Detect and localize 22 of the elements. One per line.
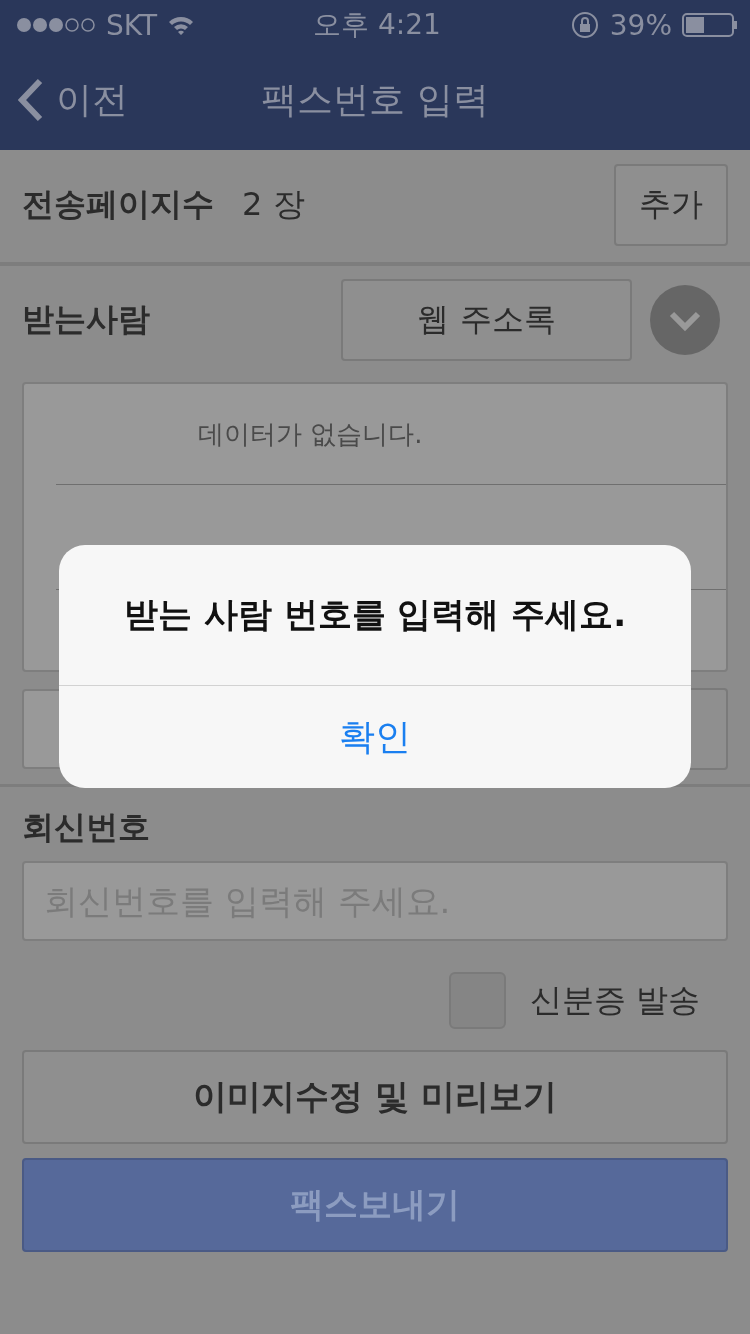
carrier-name: SKT — [106, 8, 158, 42]
dropdown-icon[interactable] — [650, 285, 720, 355]
preview-button[interactable]: 이미지수정 및 미리보기 — [22, 1050, 728, 1144]
pages-count: 2 장 — [242, 184, 305, 225]
status-time: 오후 4:21 — [313, 7, 441, 43]
reply-number-label: 회신번호 — [22, 807, 150, 848]
chevron-icon — [18, 78, 44, 122]
empty-message: 데이터가 없습니다. — [56, 384, 726, 485]
recipient-label: 받는사람 — [22, 299, 150, 340]
back-button[interactable]: 이전 — [0, 65, 146, 135]
page-title: 팩스번호 입력 — [261, 77, 489, 122]
rotation-lock-icon — [569, 10, 600, 40]
battery-icon — [682, 13, 738, 37]
address-book-button[interactable]: 웹 주소록 — [341, 279, 632, 361]
signal-icon — [16, 15, 96, 35]
pages-label: 전송페이지수 — [22, 184, 214, 225]
wifi-icon — [167, 14, 196, 36]
confirm-button[interactable]: 확인 — [59, 686, 691, 788]
alert-message: 받는 사람 번호를 입력해 주세요. — [59, 545, 691, 686]
battery-percent: 39% — [609, 8, 672, 42]
add-button[interactable]: 추가 — [614, 164, 728, 246]
id-card-label: 신분증 발송 — [529, 979, 700, 1021]
